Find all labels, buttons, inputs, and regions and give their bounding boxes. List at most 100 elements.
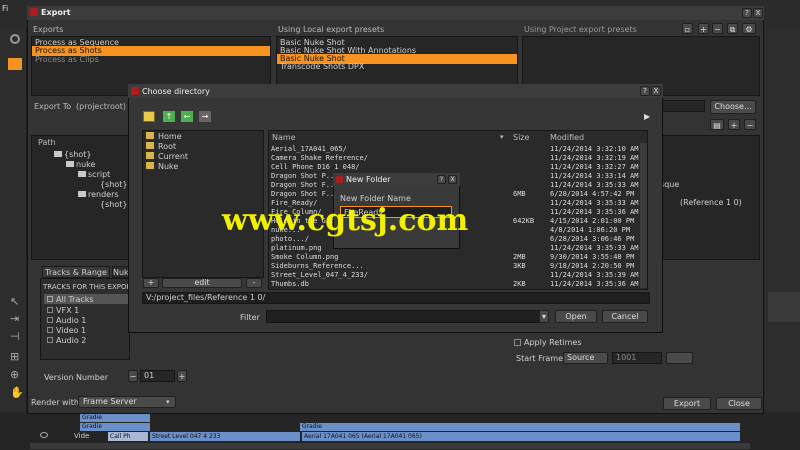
file-list-scrollbar[interactable] <box>640 143 647 288</box>
place-current[interactable]: Current <box>158 152 188 161</box>
version-field[interactable]: 01 <box>140 370 175 382</box>
filter-dropdown[interactable]: ▾ <box>539 310 549 323</box>
close-dialog-button[interactable]: Close <box>716 397 762 410</box>
close-button[interactable]: X <box>753 8 763 18</box>
place-nuke[interactable]: Nuke <box>158 162 178 171</box>
start-frame-field[interactable]: 1001 <box>612 352 662 364</box>
hand-tool-icon[interactable]: ✋ <box>10 386 24 399</box>
new-preset-icon[interactable]: ▫ <box>682 23 693 34</box>
timeline-clip[interactable]: Gradie <box>300 423 740 431</box>
choose-help-button[interactable]: ? <box>640 86 650 96</box>
column-name[interactable]: Name <box>272 133 296 142</box>
file-name[interactable]: Sideburns_Reference... <box>271 262 509 271</box>
help-button[interactable]: ? <box>742 8 752 18</box>
gear-icon[interactable] <box>10 34 20 44</box>
edit-place-button[interactable]: edit <box>162 278 242 288</box>
up-arrow-icon[interactable]: ↑ <box>163 111 175 122</box>
tab-tracks-range[interactable]: Tracks & Range <box>42 266 110 278</box>
copy-preset-icon[interactable]: ⧉ <box>727 23 738 34</box>
file-name[interactable]: Smoke Column.png <box>271 253 509 262</box>
export-button[interactable]: Export <box>663 397 711 410</box>
right-viewer-tracks <box>768 292 800 322</box>
right-label-2: (Reference 1 0) <box>680 198 742 207</box>
razor-tool-icon[interactable]: ⊣ <box>10 330 20 343</box>
place-root[interactable]: Root <box>158 142 176 151</box>
folder-icon <box>54 151 62 157</box>
back-arrow-icon[interactable]: ← <box>181 111 193 122</box>
chevron-right-icon[interactable]: ▶ <box>644 112 650 121</box>
file-modified: 11/24/2014 3:32:27 AM <box>550 163 639 171</box>
file-name[interactable]: Cell Phone D16 1 048/ <box>271 163 509 172</box>
tree-item[interactable]: nuke <box>76 160 95 169</box>
track-checkbox[interactable] <box>47 307 53 313</box>
file-name[interactable]: Street_Level_047_4_233/ <box>271 271 509 280</box>
export-to-field[interactable] <box>660 100 705 112</box>
remove-place-button[interactable]: - <box>246 278 262 288</box>
pointer-tool-icon[interactable]: ↖ <box>10 295 19 308</box>
timeline-clip[interactable]: Aerial 17A041 065 (Aerial 17A041 065) <box>302 432 740 441</box>
preset-settings-icon[interactable]: ⚙ <box>742 23 756 34</box>
filter-field[interactable] <box>266 310 542 323</box>
new-folder-close-button[interactable]: X <box>448 175 457 184</box>
file-name[interactable]: Aerial_17A041_065/ <box>271 145 509 154</box>
file-size: 642KB <box>513 217 535 225</box>
tree-item[interactable]: script <box>88 170 110 179</box>
remove-preset-button[interactable]: − <box>712 23 723 34</box>
choose-button[interactable]: Choose... <box>710 100 756 114</box>
path-options-icon[interactable]: ▤ <box>710 119 724 130</box>
new-folder-icon[interactable] <box>143 111 155 122</box>
apply-retimes-checkbox[interactable] <box>514 339 521 346</box>
track-label: Audio 1 <box>56 316 87 325</box>
timeline-clip[interactable]: Street Level 047 4 233 <box>150 432 300 441</box>
add-path-button[interactable]: + <box>728 119 740 130</box>
right-panel-bg <box>764 28 800 428</box>
file-modified: 11/24/2014 3:35:36 AM <box>550 280 639 288</box>
tree-item[interactable]: {shot} <box>64 150 91 159</box>
options-dropdown[interactable] <box>666 352 693 364</box>
render-with-select[interactable]: Frame Server <box>78 396 176 408</box>
file-name[interactable]: Thumbs.db <box>271 280 509 289</box>
choose-close-button[interactable]: X <box>651 86 661 96</box>
multi-tool-icon[interactable]: ⊞ <box>10 350 19 363</box>
eye-icon[interactable] <box>40 432 48 438</box>
version-increment[interactable]: + <box>177 370 187 382</box>
column-modified[interactable]: Modified <box>550 133 584 142</box>
file-size <box>513 244 547 253</box>
file-name[interactable]: Camera Shake Reference/ <box>271 154 509 163</box>
column-size[interactable]: Size <box>513 133 529 142</box>
track-checkbox[interactable] <box>47 296 53 302</box>
add-preset-button[interactable]: + <box>698 23 709 34</box>
root-icon <box>146 142 154 149</box>
track-checkbox[interactable] <box>47 317 53 323</box>
process-item[interactable]: Process as Clips <box>32 55 270 65</box>
remove-path-button[interactable]: − <box>744 119 756 130</box>
preset-item[interactable]: Transcode Shots DPX <box>277 62 517 72</box>
forward-arrow-icon[interactable]: → <box>199 111 211 122</box>
path-field[interactable]: V:/project_files/Reference 1 0/ <box>142 292 650 304</box>
slip-tool-icon[interactable]: ⇥ <box>10 312 19 325</box>
export-to-value: (projectroot) <box>76 102 127 111</box>
track-checkbox[interactable] <box>47 337 53 343</box>
file-modified: 11/24/2014 3:35:33 AM <box>550 181 639 189</box>
track-checkbox[interactable] <box>47 327 53 333</box>
home-icon <box>146 132 154 139</box>
timeline-scrollbar[interactable] <box>30 443 750 449</box>
start-frame-select[interactable]: Source <box>563 352 608 364</box>
app-menu-file[interactable]: Fi <box>2 4 8 13</box>
new-folder-help-button[interactable]: ? <box>437 175 446 184</box>
timeline-clip[interactable]: Gradie <box>80 414 150 422</box>
tree-item[interactable]: renders <box>88 190 119 199</box>
zoom-tool-icon[interactable]: ⊕ <box>10 368 19 381</box>
render-with-label: Render with <box>31 398 79 407</box>
timeline-clip[interactable]: Call Ph <box>108 432 148 441</box>
cancel-button[interactable]: Cancel <box>602 310 648 323</box>
version-decrement[interactable]: − <box>128 370 138 382</box>
tree-item[interactable]: {shot} <box>100 200 127 209</box>
place-home[interactable]: Home <box>158 132 182 141</box>
file-size <box>513 208 547 217</box>
tree-item[interactable]: {shot} <box>100 180 127 189</box>
timeline-clip[interactable]: Gradie <box>80 423 150 431</box>
file-size: 6MB <box>513 190 526 198</box>
open-button[interactable]: Open <box>555 310 597 323</box>
add-place-button[interactable]: + <box>143 278 159 288</box>
